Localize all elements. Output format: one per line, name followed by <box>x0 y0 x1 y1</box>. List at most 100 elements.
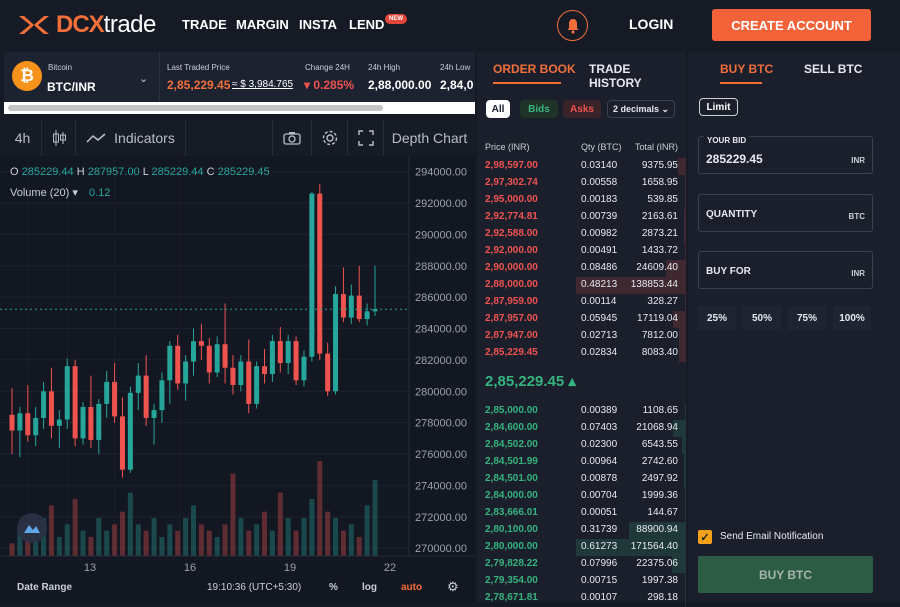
ask-row[interactable]: 2,88,000.00 0.48213 138853.44 <box>477 277 686 294</box>
volume-bar <box>88 537 94 556</box>
notification-bell-icon[interactable] <box>557 10 588 41</box>
bid-row[interactable]: 2,80,100.00 0.31739 88900.94 <box>477 522 686 539</box>
ask-row[interactable]: 2,87,959.00 0.00114 328.27 <box>477 294 686 311</box>
bid-row[interactable]: 2,84,000.00 0.00704 1999.36 <box>477 488 686 505</box>
pct-100-button[interactable]: 100% <box>833 306 871 330</box>
ask-row[interactable]: 2,92,588.00 0.00982 2873.21 <box>477 226 686 243</box>
camera-icon[interactable] <box>272 120 312 156</box>
bid-depth-bar <box>684 403 686 420</box>
percent-toggle[interactable]: % <box>329 582 338 593</box>
new-badge: NEW <box>385 14 407 24</box>
filter-bids[interactable]: Bids <box>520 100 558 118</box>
ask-qty: 0.00982 <box>581 228 618 239</box>
email-checkbox[interactable]: ✓ <box>698 530 712 544</box>
decimals-dropdown[interactable]: 2 decimals ⌄ <box>607 100 675 118</box>
header-price: Price (INR) <box>485 142 530 152</box>
tab-order-book[interactable]: ORDER BOOK <box>493 62 576 76</box>
ask-row[interactable]: 2,87,947.00 0.02713 7812.00 <box>477 328 686 345</box>
pair-selector[interactable]: BTC/INR <box>47 80 96 94</box>
indicators-button[interactable]: Indicators <box>76 120 186 156</box>
chevron-down-icon[interactable]: ⌄ <box>139 72 148 85</box>
bid-row[interactable]: 2,83,666.01 0.00051 144.67 <box>477 505 686 522</box>
ask-price: 2,92,774.81 <box>485 211 538 222</box>
ask-row[interactable]: 2,97,302.74 0.00558 1658.95 <box>477 175 686 192</box>
ohlc-l-value: 285229.44 <box>151 166 204 178</box>
nav-trade[interactable]: TRADE <box>182 17 227 32</box>
ask-total: 328.27 <box>647 296 678 307</box>
candlestick-chart[interactable]: 285229.45 294000.00 292000.00 290000.00 288… <box>0 156 475 602</box>
ask-row[interactable]: 2,85,229.45 0.02834 8083.40 <box>477 345 686 362</box>
bid-row[interactable]: 2,80,000.00 0.61273 171564.40 <box>477 539 686 556</box>
volume-bar <box>364 505 370 556</box>
login-button[interactable]: LOGIN <box>629 16 673 32</box>
bid-field[interactable]: YOUR BID 285229.45 INR <box>698 136 873 174</box>
volume-bar <box>333 518 339 556</box>
price-chart[interactable]: 285229.45 294000.00 292000.00 290000.00 288… <box>0 156 475 602</box>
ask-depth-bar <box>679 345 686 362</box>
ask-depth-bar <box>679 328 686 345</box>
bid-row[interactable]: 2,84,501.99 0.00964 2742.60 <box>477 454 686 471</box>
ask-row[interactable]: 2,98,597.00 0.03140 9375.95 <box>477 158 686 175</box>
tradingview-icon[interactable] <box>17 513 47 543</box>
bid-row[interactable]: 2,84,502.00 0.02300 6543.55 <box>477 437 686 454</box>
settings-gear-icon[interactable]: ⚙ <box>447 579 459 595</box>
tab-sell-btc[interactable]: SELL BTC <box>804 62 862 76</box>
ask-row[interactable]: 2,92,774.81 0.00739 2163.61 <box>477 209 686 226</box>
gear-icon[interactable] <box>312 120 348 156</box>
bid-depth-bar <box>685 505 686 522</box>
ask-row[interactable]: 2,90,000.00 0.08486 24609.40 <box>477 260 686 277</box>
create-account-button[interactable]: CREATE ACCOUNT <box>712 9 871 41</box>
ohlc-h-value: 287957.00 <box>87 166 140 178</box>
bid-price: 2,79,354.00 <box>485 575 538 586</box>
ask-row[interactable]: 2,87,957.00 0.05945 17119.04 <box>477 311 686 328</box>
bid-row[interactable]: 2,78,671.81 0.00107 298.18 <box>477 590 686 607</box>
bid-row[interactable]: 2,79,354.00 0.00715 1997.38 <box>477 573 686 590</box>
bid-depth-bar <box>681 437 686 454</box>
interval-selector[interactable]: 4h <box>4 120 42 156</box>
pct-50-button[interactable]: 50% <box>743 306 781 330</box>
tab-trade-history[interactable]: TRADE HISTORY <box>589 62 686 90</box>
bid-row[interactable]: 2,85,000.00 0.00389 1108.65 <box>477 403 686 420</box>
buy-for-field[interactable]: BUY FOR INR <box>698 251 873 289</box>
ask-price: 2,92,588.00 <box>485 228 538 239</box>
bid-value[interactable]: 285229.45 <box>706 152 763 166</box>
quantity-field[interactable]: QUANTITY BTC <box>698 194 873 232</box>
buy-btc-button[interactable]: BUY BTC <box>698 556 873 593</box>
email-notification-label: Send Email Notification <box>720 531 824 542</box>
logo[interactable]: DCX trade <box>18 10 156 40</box>
bid-row[interactable]: 2,84,501.00 0.00878 2497.92 <box>477 471 686 488</box>
ticker-scrollbar[interactable] <box>4 102 475 114</box>
filter-asks[interactable]: Asks <box>563 100 601 118</box>
nav-margin[interactable]: MARGIN <box>236 17 289 32</box>
nav-insta[interactable]: INSTA <box>299 17 337 32</box>
bid-row[interactable]: 2,84,600.00 0.07403 21068.94 <box>477 420 686 437</box>
auto-toggle[interactable]: auto <box>401 582 422 593</box>
log-toggle[interactable]: log <box>362 582 377 593</box>
limit-order-button[interactable]: Limit <box>699 98 738 116</box>
change-value: ▾ 0.285% <box>304 78 355 92</box>
candle-body <box>340 294 346 318</box>
volume-bar <box>119 511 125 556</box>
nav-lend[interactable]: LEND <box>349 17 384 32</box>
ask-row[interactable]: 2,95,000.00 0.00183 539.85 <box>477 192 686 209</box>
ask-row[interactable]: 2,92,000.00 0.00491 1433.72 <box>477 243 686 260</box>
ask-price: 2,95,000.00 <box>485 194 538 205</box>
active-tab-underline <box>720 82 762 84</box>
pct-25-button[interactable]: 25% <box>698 306 736 330</box>
bid-price: 2,84,600.00 <box>485 422 538 433</box>
volume-bar <box>325 511 331 556</box>
volume-label[interactable]: Volume (20) ▾ <box>10 187 78 199</box>
bid-qty: 0.00389 <box>581 405 618 416</box>
filter-all[interactable]: All <box>486 100 510 118</box>
tab-buy-btc[interactable]: BUY BTC <box>720 62 773 76</box>
depth-chart-button[interactable]: Depth Chart <box>384 120 475 156</box>
bid-row[interactable]: 2,79,828.22 0.07996 22375.06 <box>477 556 686 573</box>
ask-total: 24609.40 <box>636 262 678 273</box>
scroll-thumb[interactable] <box>8 105 383 111</box>
date-range-button[interactable]: Date Range <box>17 582 72 593</box>
bid-price: 2,83,666.01 <box>485 507 538 518</box>
ask-qty: 0.03140 <box>581 160 618 171</box>
fullscreen-icon[interactable] <box>348 120 384 156</box>
pct-75-button[interactable]: 75% <box>788 306 826 330</box>
candle-type-icon[interactable] <box>42 120 76 156</box>
